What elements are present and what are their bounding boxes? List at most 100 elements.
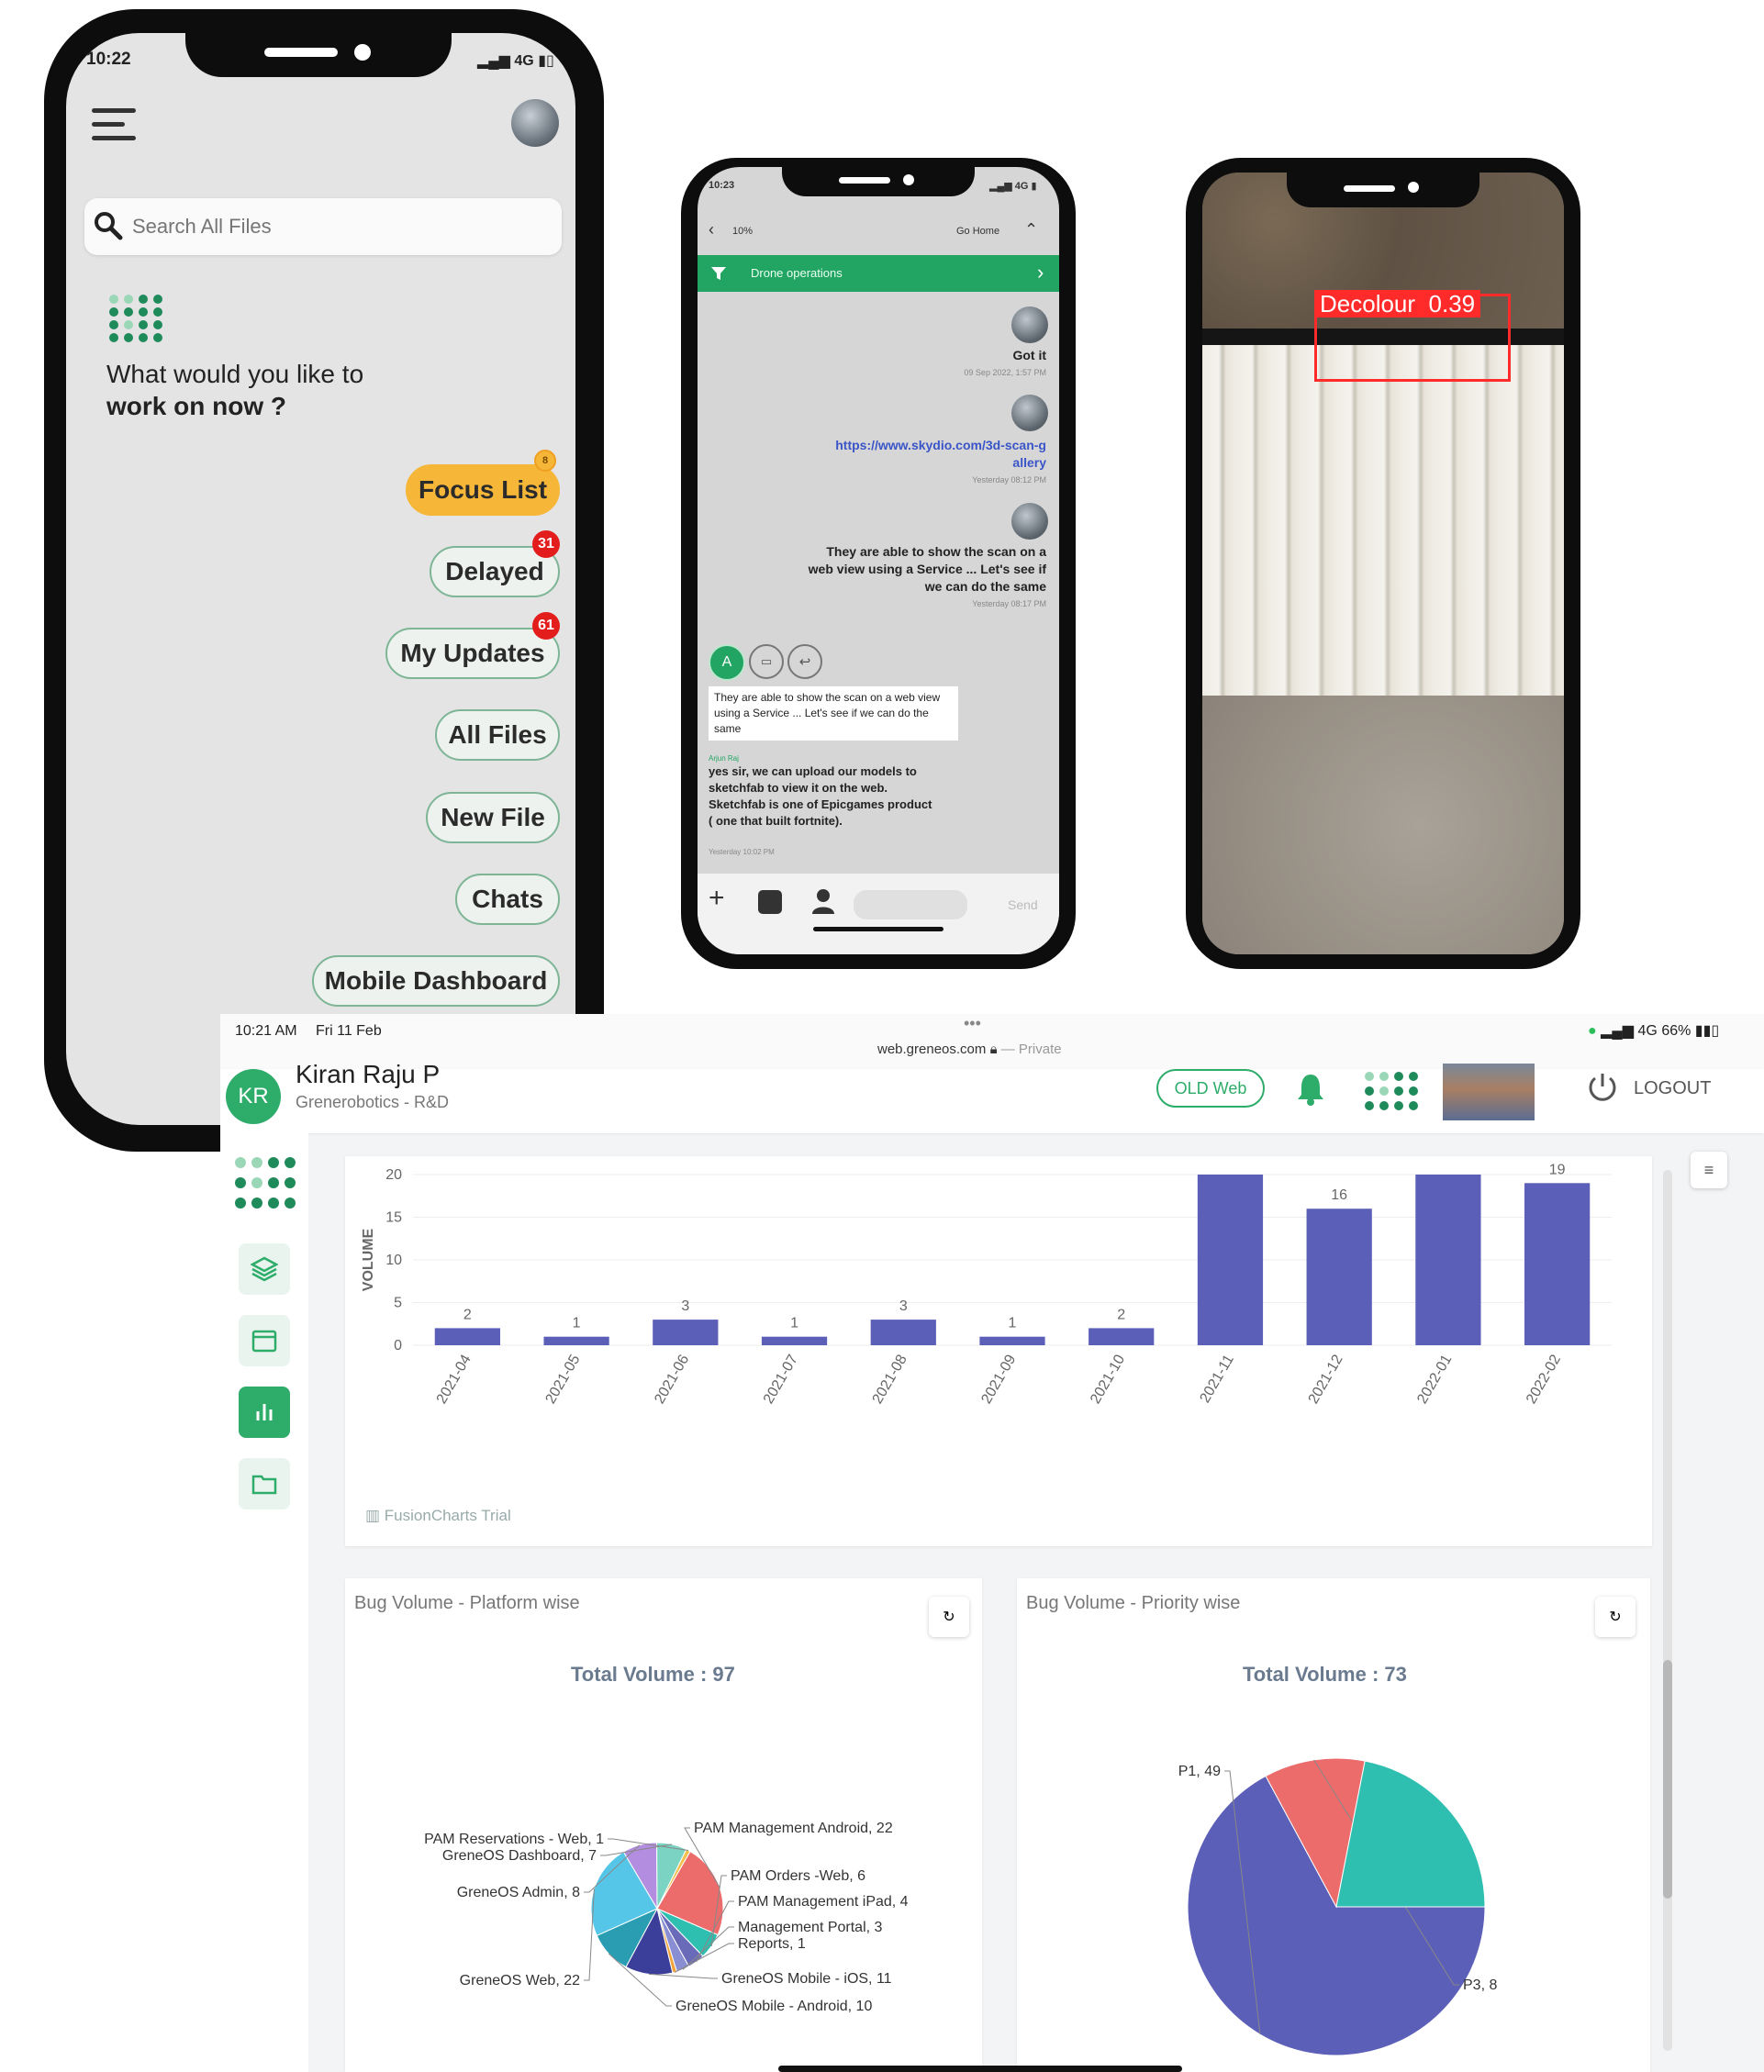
focus-list-button[interactable]: Focus List — [406, 464, 560, 516]
send-button[interactable]: Send — [1008, 897, 1038, 912]
data-label: 1 — [1009, 1316, 1017, 1331]
data-label: 3 — [681, 1298, 689, 1314]
url-bar[interactable]: web.greneos.com 🔒︎ — Private — [877, 1042, 1062, 1057]
y-axis-label: VOLUME — [361, 1228, 376, 1291]
power-icon[interactable] — [1586, 1071, 1619, 1104]
x-tick-label: 2021-11 — [1197, 1352, 1237, 1405]
bar — [761, 1336, 828, 1345]
x-tick-label: 2021-07 — [761, 1352, 801, 1406]
chevron-up-icon[interactable]: ⌃ — [1024, 220, 1038, 240]
old-web-button[interactable]: OLD Web — [1156, 1069, 1265, 1108]
bar — [1197, 1175, 1264, 1345]
slice-label: PAM Management iPad, 4 — [738, 1894, 909, 1910]
data-label: 19 — [1549, 1162, 1566, 1177]
layers-icon[interactable] — [239, 1243, 290, 1295]
slice-label: Management Portal, 3 — [738, 1920, 883, 1935]
data-label: 1 — [790, 1316, 798, 1331]
x-tick-label: 2022-02 — [1524, 1352, 1564, 1406]
logout-button[interactable]: LOGOUT — [1634, 1078, 1711, 1099]
bell-icon[interactable] — [1296, 1073, 1325, 1106]
status-bar: 10:21 AM Fri 11 Feb ••• web.greneos.com … — [220, 1014, 1764, 1069]
channel-header[interactable]: Drone operations › — [698, 255, 1059, 292]
status-time: 10:21 AM — [235, 1023, 297, 1039]
data-label: 16 — [1331, 1187, 1347, 1203]
reply-icon[interactable]: ↩ — [787, 644, 822, 679]
data-label: 1 — [573, 1316, 581, 1331]
person-icon[interactable] — [811, 888, 835, 914]
status-time: 10:23 — [709, 180, 735, 191]
avatar — [1011, 395, 1048, 431]
action-list: Focus List 8 Delayed 31 My Updates 61 Al… — [66, 33, 560, 1125]
home-indicator — [778, 2066, 1182, 2072]
ground-area — [1202, 696, 1564, 954]
my-updates-button[interactable]: My Updates — [385, 628, 560, 679]
go-home-link[interactable]: Go Home — [956, 226, 999, 237]
all-files-button[interactable]: All Files — [435, 709, 560, 761]
reply-message: yes sir, we can upload our models to ske… — [709, 764, 932, 828]
platform-pie-chart: PAM Management Android, 22 PAM Orders -We… — [424, 1821, 909, 2014]
filter-menu-icon[interactable]: ≡ — [1691, 1152, 1727, 1188]
sidebar — [220, 1133, 308, 2072]
scrollbar-thumb[interactable] — [1663, 1660, 1672, 1899]
back-icon[interactable]: ‹ — [709, 220, 714, 240]
calendar-icon[interactable] — [239, 1315, 290, 1366]
phone-screen-1: 10:22 ▂▄▆ 4G ▮▯ What would you like to w… — [66, 33, 575, 1125]
folder-icon[interactable] — [239, 1458, 290, 1509]
data-label: 3 — [899, 1298, 908, 1314]
avatar — [1011, 503, 1048, 540]
x-tick-label: 2021-06 — [652, 1352, 692, 1406]
more-icon[interactable]: ••• — [964, 1014, 981, 1033]
comment-icon[interactable]: ▭ — [749, 644, 784, 679]
grene-logo-icon[interactable] — [233, 1155, 297, 1214]
back-label: 10% — [732, 226, 754, 237]
phone-notch — [782, 167, 975, 196]
quoted-message: They are able to show the scan on a web … — [709, 686, 958, 741]
x-tick-label: 2022-01 — [1414, 1352, 1455, 1406]
scrollbar[interactable] — [1663, 1170, 1672, 2051]
y-tick-label: 15 — [385, 1210, 402, 1226]
message-input[interactable] — [854, 890, 967, 919]
platform-pie-card: Bug Volume - Platform wise ↻ Total Volum… — [345, 1578, 982, 2072]
y-tick-label: 10 — [385, 1253, 402, 1268]
chats-button[interactable]: Chats — [455, 874, 560, 925]
bar — [870, 1320, 936, 1345]
y-tick-label: 0 — [394, 1338, 402, 1353]
analytics-icon[interactable] — [239, 1387, 290, 1438]
bar — [1089, 1328, 1155, 1345]
slice-label: GreneOS Mobile - iOS, 11 — [721, 1971, 892, 1987]
status-right: ● ▂▄▆ 4G 66% ▮▮▯ — [1588, 1023, 1720, 1039]
priority-pie-chart: P1, 49 P3, 8 — [1178, 1757, 1497, 2056]
message-link[interactable]: https://www.skydio.com/3d-scan-gallery Y… — [835, 437, 1046, 489]
slice-label: PAM Reservations - Web, 1 — [424, 1832, 604, 1847]
composer-bar: + Send — [698, 874, 1059, 954]
slice-label: P3, 8 — [1463, 1977, 1497, 1993]
channel-name: Drone operations — [751, 266, 843, 280]
bar — [543, 1336, 609, 1345]
slice-label: PAM Orders -Web, 6 — [731, 1868, 865, 1884]
mobile-dashboard-button[interactable]: Mobile Dashboard — [312, 955, 560, 1007]
delayed-badge: 31 — [532, 530, 560, 558]
slice-label: GreneOS Web, 22 — [460, 1973, 580, 1988]
slice-label: GreneOS Mobile - Android, 10 — [675, 1999, 872, 2014]
solar-panel — [1202, 345, 1564, 696]
add-icon[interactable]: + — [709, 883, 725, 914]
user-org: Grenerobotics - R&D — [296, 1093, 450, 1111]
bar — [1306, 1209, 1372, 1345]
image-icon[interactable] — [758, 890, 782, 914]
camera-view: Decolour 0.39 — [1202, 173, 1564, 954]
message-bubble: Got it 09 Sep 2022, 1:57 PM — [964, 348, 1046, 377]
lock-icon: 🔒︎ — [989, 1042, 998, 1057]
leader-line — [648, 1973, 718, 1979]
new-file-button[interactable]: New File — [426, 792, 560, 843]
detection-label: Decolour 0.39 — [1314, 290, 1481, 317]
slice-label: PAM Management Android, 22 — [694, 1821, 893, 1836]
bar — [434, 1328, 500, 1345]
grene-logo-icon[interactable] — [1362, 1069, 1428, 1117]
chart-watermark-icon: ▥ — [365, 1507, 381, 1524]
slice-label: GreneOS Dashboard, 7 — [442, 1848, 597, 1864]
user-avatar[interactable]: KR — [226, 1069, 281, 1124]
profile-photo[interactable] — [1443, 1064, 1535, 1120]
data-label: 2 — [1117, 1307, 1125, 1322]
x-tick-label: 2021-12 — [1306, 1352, 1346, 1406]
status-date: Fri 11 Feb — [316, 1023, 382, 1039]
